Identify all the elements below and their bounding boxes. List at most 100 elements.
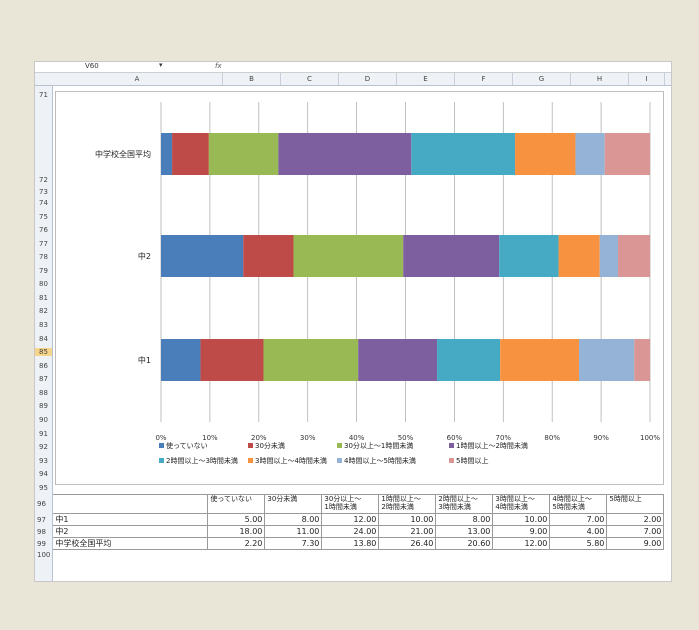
row-header[interactable]: 99 xyxy=(35,537,54,550)
bar-segment[interactable] xyxy=(575,133,605,175)
row-header-90[interactable]: 90 xyxy=(35,416,52,424)
value-cell[interactable]: 24.00 xyxy=(321,525,380,538)
row-header-74[interactable]: 74 xyxy=(35,199,52,207)
value-cell[interactable]: 7.00 xyxy=(606,525,665,538)
value-cell[interactable]: 10.00 xyxy=(378,513,437,526)
row-header-73[interactable]: 73 xyxy=(35,188,52,196)
bar-segment[interactable] xyxy=(172,133,209,175)
column-header-G[interactable]: G xyxy=(513,73,571,85)
empty-cell[interactable] xyxy=(436,550,493,561)
bar-segment[interactable] xyxy=(618,235,650,277)
header-blank-cell[interactable] xyxy=(52,494,209,514)
row-label-cell[interactable]: 中学校全国平均 xyxy=(52,537,209,550)
row-header-87[interactable]: 87 xyxy=(35,375,52,383)
bar-segment[interactable] xyxy=(243,235,294,277)
value-cell[interactable]: 10.00 xyxy=(492,513,551,526)
empty-cell[interactable] xyxy=(493,550,550,561)
value-cell[interactable]: 11.00 xyxy=(264,525,323,538)
fx-icon[interactable]: fx xyxy=(215,62,222,70)
column-header-cell[interactable]: 30分以上～ 1時間未満 xyxy=(321,494,380,514)
bar-segment[interactable] xyxy=(161,235,244,277)
column-header-D[interactable]: D xyxy=(339,73,397,85)
column-header-F[interactable]: F xyxy=(455,73,513,85)
bar-segment[interactable] xyxy=(263,339,359,381)
row-header-78[interactable]: 78 xyxy=(35,253,52,261)
row-header-72[interactable]: 72 xyxy=(35,176,52,184)
row-label-cell[interactable]: 中2 xyxy=(52,525,209,538)
column-header-B[interactable]: B xyxy=(223,73,281,85)
row-header-85[interactable]: 85 xyxy=(35,348,52,357)
row-header-83[interactable]: 83 xyxy=(35,321,52,329)
row-header[interactable]: 97 xyxy=(35,513,54,526)
row-header-91[interactable]: 91 xyxy=(35,430,52,438)
value-cell[interactable]: 8.00 xyxy=(435,513,494,526)
row-header-71[interactable]: 71 xyxy=(35,91,52,99)
bar-segment[interactable] xyxy=(500,339,580,381)
column-header-cell[interactable]: 1時間以上～ 2時間未満 xyxy=(378,494,437,514)
bar-segment[interactable] xyxy=(208,133,279,175)
value-cell[interactable]: 12.00 xyxy=(321,513,380,526)
value-cell[interactable]: 9.00 xyxy=(492,525,551,538)
bar-segment[interactable] xyxy=(200,339,264,381)
value-cell[interactable]: 20.60 xyxy=(435,537,494,550)
value-cell[interactable]: 5.80 xyxy=(549,537,608,550)
value-cell[interactable]: 2.20 xyxy=(207,537,266,550)
bar-segment[interactable] xyxy=(499,235,559,277)
value-cell[interactable]: 8.00 xyxy=(264,513,323,526)
column-header-cell[interactable]: 5時間以上 xyxy=(606,494,665,514)
row-header-81[interactable]: 81 xyxy=(35,294,52,302)
row-header-88[interactable]: 88 xyxy=(35,389,52,397)
row-header-100[interactable]: 100 xyxy=(35,549,54,560)
bar-segment[interactable] xyxy=(161,133,173,175)
column-header-cell[interactable]: 30分未満 xyxy=(264,494,323,514)
bar-segment[interactable] xyxy=(293,235,404,277)
bar-segment[interactable] xyxy=(558,235,600,277)
row-header-77[interactable]: 77 xyxy=(35,240,52,248)
column-header-C[interactable]: C xyxy=(281,73,339,85)
row-header-79[interactable]: 79 xyxy=(35,267,52,275)
value-cell[interactable]: 7.00 xyxy=(549,513,608,526)
value-cell[interactable]: 4.00 xyxy=(549,525,608,538)
value-cell[interactable]: 2.00 xyxy=(606,513,665,526)
row-header-92[interactable]: 92 xyxy=(35,443,52,451)
row-header-82[interactable]: 82 xyxy=(35,307,52,315)
row-header-93[interactable]: 93 xyxy=(35,457,52,465)
bar-segment[interactable] xyxy=(161,339,201,381)
bar-segment[interactable] xyxy=(437,339,501,381)
bar-segment[interactable] xyxy=(604,133,650,175)
column-header-cell[interactable]: 4時間以上～ 5時間未満 xyxy=(549,494,608,514)
column-header-I[interactable]: I xyxy=(629,73,665,85)
value-cell[interactable]: 21.00 xyxy=(378,525,437,538)
bar-segment[interactable] xyxy=(358,339,438,381)
value-cell[interactable]: 9.00 xyxy=(606,537,665,550)
empty-cell[interactable] xyxy=(379,550,436,561)
empty-cell[interactable] xyxy=(607,550,664,561)
bar-segment[interactable] xyxy=(515,133,576,175)
bar-segment[interactable] xyxy=(411,133,516,175)
row-header-94[interactable]: 94 xyxy=(35,470,52,478)
row-header-76[interactable]: 76 xyxy=(35,226,52,234)
row-label-cell[interactable]: 中1 xyxy=(52,513,209,526)
bar-segment[interactable] xyxy=(403,235,500,277)
value-cell[interactable]: 13.80 xyxy=(321,537,380,550)
row-header-95[interactable]: 95 xyxy=(35,484,52,492)
stacked-bar-chart[interactable]: 0% 10% 20% 30% 40% 50% 60% 70% 80% 90% 100% 中学校全国平均… xyxy=(55,91,664,485)
row-header-75[interactable]: 75 xyxy=(35,213,52,221)
row-header-84[interactable]: 84 xyxy=(35,335,52,343)
column-header-H[interactable]: H xyxy=(571,73,629,85)
value-cell[interactable]: 5.00 xyxy=(207,513,266,526)
row-header-86[interactable]: 86 xyxy=(35,362,52,370)
chevron-down-icon[interactable]: ▾ xyxy=(159,62,163,69)
empty-cell[interactable] xyxy=(322,550,379,561)
empty-cell[interactable] xyxy=(265,550,322,561)
column-header-cell[interactable]: 2時間以上～ 3時間未満 xyxy=(435,494,494,514)
empty-cell[interactable] xyxy=(208,550,265,561)
bar-segment[interactable] xyxy=(599,235,619,277)
value-cell[interactable]: 7.30 xyxy=(264,537,323,550)
value-cell[interactable]: 26.40 xyxy=(378,537,437,550)
row-header-89[interactable]: 89 xyxy=(35,402,52,410)
row-header-96[interactable]: 96 xyxy=(35,494,54,514)
column-header-E[interactable]: E xyxy=(397,73,455,85)
column-header-cell[interactable]: 使っていない xyxy=(207,494,266,514)
value-cell[interactable]: 12.00 xyxy=(492,537,551,550)
